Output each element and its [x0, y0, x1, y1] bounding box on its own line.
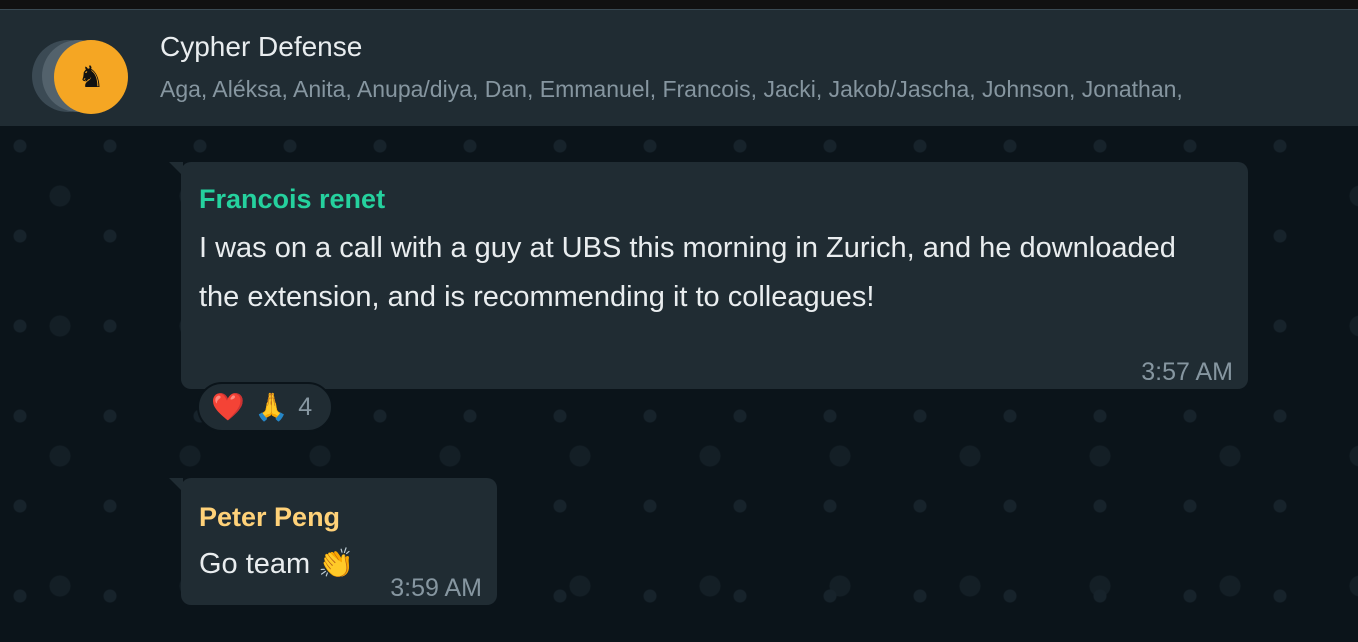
reaction-count: 4 — [298, 392, 313, 421]
bubble-tail — [169, 162, 183, 176]
message-bubble[interactable]: Francois renet I was on a call with a gu… — [169, 162, 1248, 389]
group-members: Aga, Aléksa, Anita, Anupa/diya, Dan, Emm… — [160, 76, 1183, 102]
chat-header[interactable]: ♞ Cypher Defense Aga, Aléksa, Anita, Anu… — [0, 10, 1358, 126]
heart-emoji-icon: ❤️ — [211, 392, 245, 422]
pray-emoji-icon: 🙏 — [254, 392, 289, 422]
message-sender[interactable]: Francois renet — [199, 184, 385, 215]
message-reactions[interactable]: ❤️ 🙏 4 — [197, 382, 333, 432]
message-bubble[interactable]: Peter Peng Go team 👏 3:59 AM — [169, 478, 497, 605]
group-avatar[interactable]: ♞ — [32, 40, 132, 114]
message-time: 3:57 AM — [1141, 358, 1233, 386]
window-top-bar — [0, 0, 1358, 10]
message-text: I was on a call with a guy at UBS this m… — [199, 232, 1176, 313]
message-time: 3:59 AM — [390, 574, 482, 602]
bubble-tail — [169, 478, 183, 492]
message-text: Go team 👏 — [199, 548, 355, 580]
message-sender[interactable]: Peter Peng — [199, 502, 340, 533]
group-avatar-icon: ♞ — [54, 40, 128, 114]
group-title: Cypher Defense — [160, 31, 363, 62]
